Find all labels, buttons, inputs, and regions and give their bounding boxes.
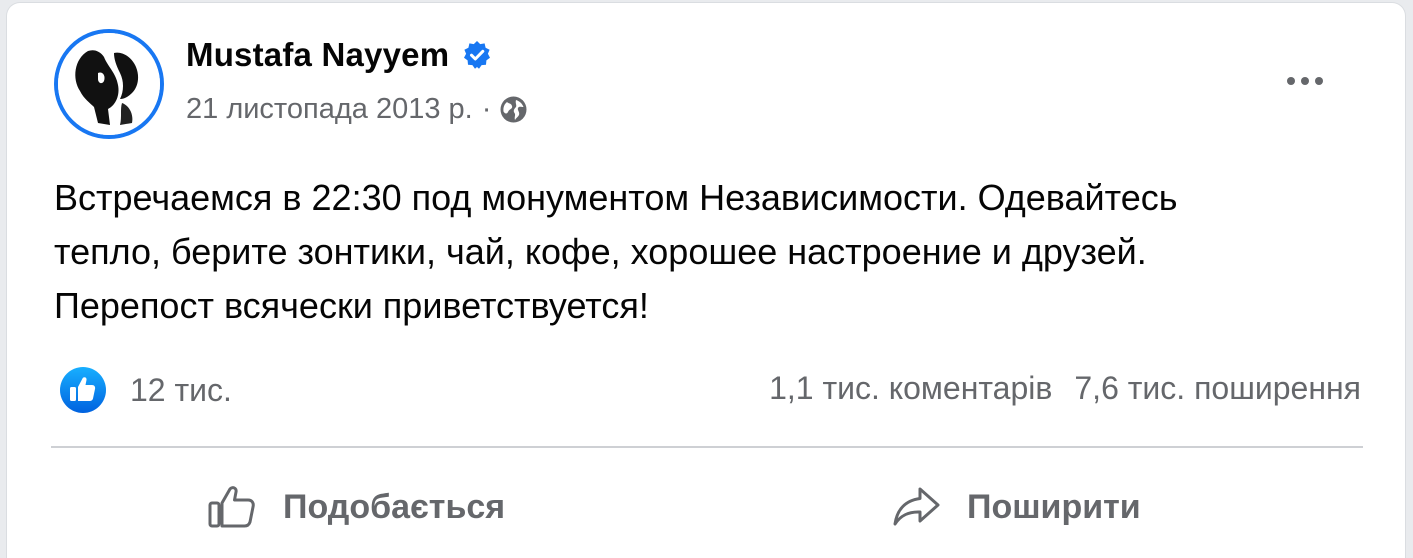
verified-badge-icon xyxy=(462,40,492,70)
post-text: Встречаемся в 22:30 под монументом Незав… xyxy=(54,177,1178,326)
more-options-button[interactable] xyxy=(1269,61,1341,101)
post-meta: 21 листопада 2013 р. · xyxy=(186,93,528,126)
author-row: Mustafa Nayyem xyxy=(186,36,492,74)
like-icon xyxy=(58,365,108,415)
comments-count[interactable]: 1,1 тис. коментарів xyxy=(769,370,1052,407)
share-button[interactable]: Поширити xyxy=(891,471,1141,543)
more-dot-icon xyxy=(1301,77,1309,85)
author-name[interactable]: Mustafa Nayyem xyxy=(186,36,449,74)
post-stats: 1,1 тис. коментарів 7,6 тис. поширення xyxy=(769,370,1361,407)
post-date[interactable]: 21 листопада 2013 р. xyxy=(186,93,473,126)
like-button[interactable]: Подобається xyxy=(207,471,505,543)
share-button-label: Поширити xyxy=(967,487,1141,526)
reactions-summary[interactable]: 12 тис. xyxy=(58,365,232,415)
share-arrow-icon xyxy=(891,485,943,529)
more-dot-icon xyxy=(1287,77,1295,85)
divider xyxy=(51,446,1363,448)
reaction-count: 12 тис. xyxy=(130,371,232,408)
thumbs-up-icon xyxy=(207,485,259,529)
shares-count[interactable]: 7,6 тис. поширення xyxy=(1074,370,1361,407)
like-button-label: Подобається xyxy=(283,487,506,526)
meta-separator: · xyxy=(481,93,492,125)
stats-spacer xyxy=(1052,370,1074,407)
avatar-image xyxy=(58,33,160,135)
more-dot-icon xyxy=(1315,77,1323,85)
avatar[interactable] xyxy=(54,29,164,139)
post-card: Mustafa Nayyem 21 листопада 2013 р. · Вс… xyxy=(6,2,1406,558)
globe-icon[interactable] xyxy=(499,95,528,124)
